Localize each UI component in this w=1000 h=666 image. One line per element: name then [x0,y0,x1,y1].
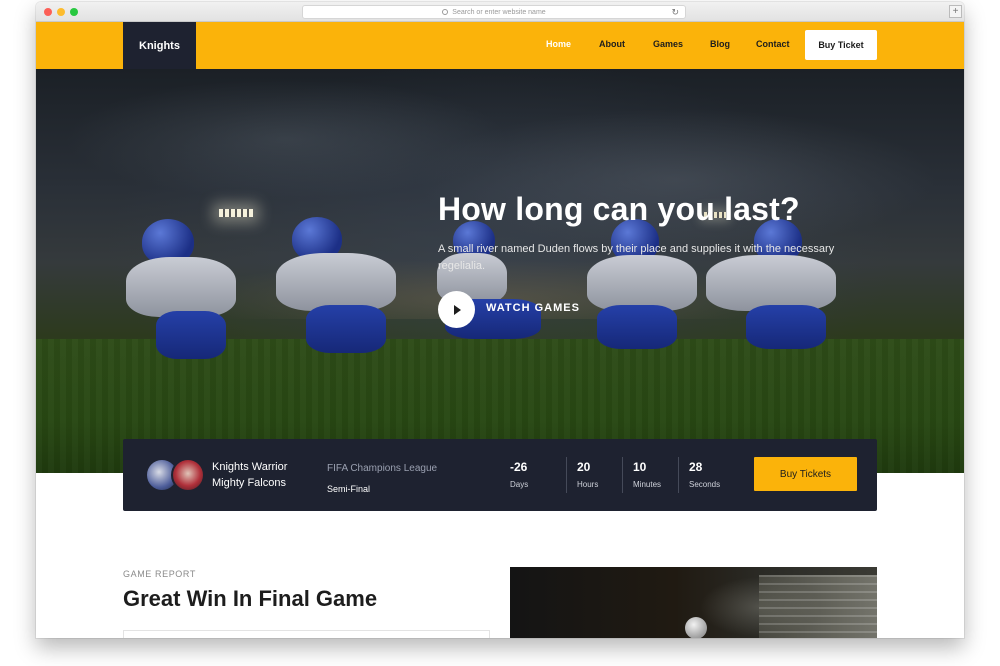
league-name: FIFA Champions League [327,463,438,474]
report-eyebrow: GAME REPORT [123,569,196,579]
countdown-minutes: 10 Minutes [633,459,661,495]
countdown-divider [566,457,567,493]
countdown-value: 28 [689,460,703,474]
team-logos [145,458,205,492]
hero-subtitle: A small river named Duden flows by their… [438,243,835,272]
brand-logo[interactable]: Knights [123,22,196,69]
stadium-light-icon [219,209,253,217]
report-card [123,630,490,638]
countdown-value: 20 [577,460,591,474]
close-window-button[interactable] [44,8,52,16]
buy-tickets-button[interactable]: Buy Tickets [754,457,857,491]
countdown-divider [622,457,623,493]
plus-icon[interactable]: + [949,5,962,18]
team-away-logo-icon [171,458,205,492]
player-helmet-icon [685,617,707,638]
reload-icon[interactable]: ↻ [671,7,679,18]
report-title: Great Win In Final Game [123,586,378,611]
countdown-value: -26 [510,460,528,474]
stadium-bleachers [759,575,877,638]
maximize-window-button[interactable] [70,8,78,16]
buy-ticket-button[interactable]: Buy Ticket [805,30,877,60]
watch-games-link[interactable]: WATCH GAMES [486,302,580,314]
countdown-unit: Hours [577,480,599,489]
search-icon [442,9,449,15]
match-teams: Knights Warrior Mighty Falcons [212,459,287,491]
countdown-unit: Days [510,480,529,489]
match-league: FIFA Champions League Semi-Final [327,459,437,499]
address-placeholder: Search or enter website name [452,8,546,16]
address-bar[interactable]: Search or enter website name ↻ [302,5,686,19]
screenshot-stage: Search or enter website name ↻ + Knights… [0,0,1000,666]
countdown-unit: Seconds [689,480,721,489]
nav-link-contact[interactable]: Contact [756,39,790,49]
nav-link-home[interactable]: Home [546,39,571,49]
minimize-window-button[interactable] [57,8,65,16]
countdown-hours: 20 Hours [577,459,598,495]
countdown-unit: Minutes [633,480,662,489]
countdown-value: 10 [633,460,647,474]
nav-link-about[interactable]: About [599,39,625,49]
nav-link-blog[interactable]: Blog [710,39,730,49]
browser-window: Search or enter website name ↻ + Knights… [36,2,964,638]
round-name: Semi-Final [327,484,371,494]
team-home-name: Knights Warrior [212,461,288,473]
browser-toolbar: Search or enter website name ↻ + [36,2,964,22]
countdown-days: -26 Days [510,459,528,495]
countdown-seconds: 28 Seconds [689,459,720,495]
hero-title: How long can you last? [438,191,800,227]
play-icon [454,304,461,315]
nav-link-games[interactable]: Games [653,39,683,49]
report-photo[interactable] [510,567,877,638]
match-countdown-bar: Knights Warrior Mighty Falcons FIFA Cham… [123,439,877,511]
play-video-button[interactable] [438,291,475,328]
countdown-divider [678,457,679,493]
hero-section: How long can you last? A small river nam… [36,69,964,473]
site-header: Knights Home About Games Blog Contact Bu… [36,22,964,69]
team-away-name: Mighty Falcons [212,477,286,489]
